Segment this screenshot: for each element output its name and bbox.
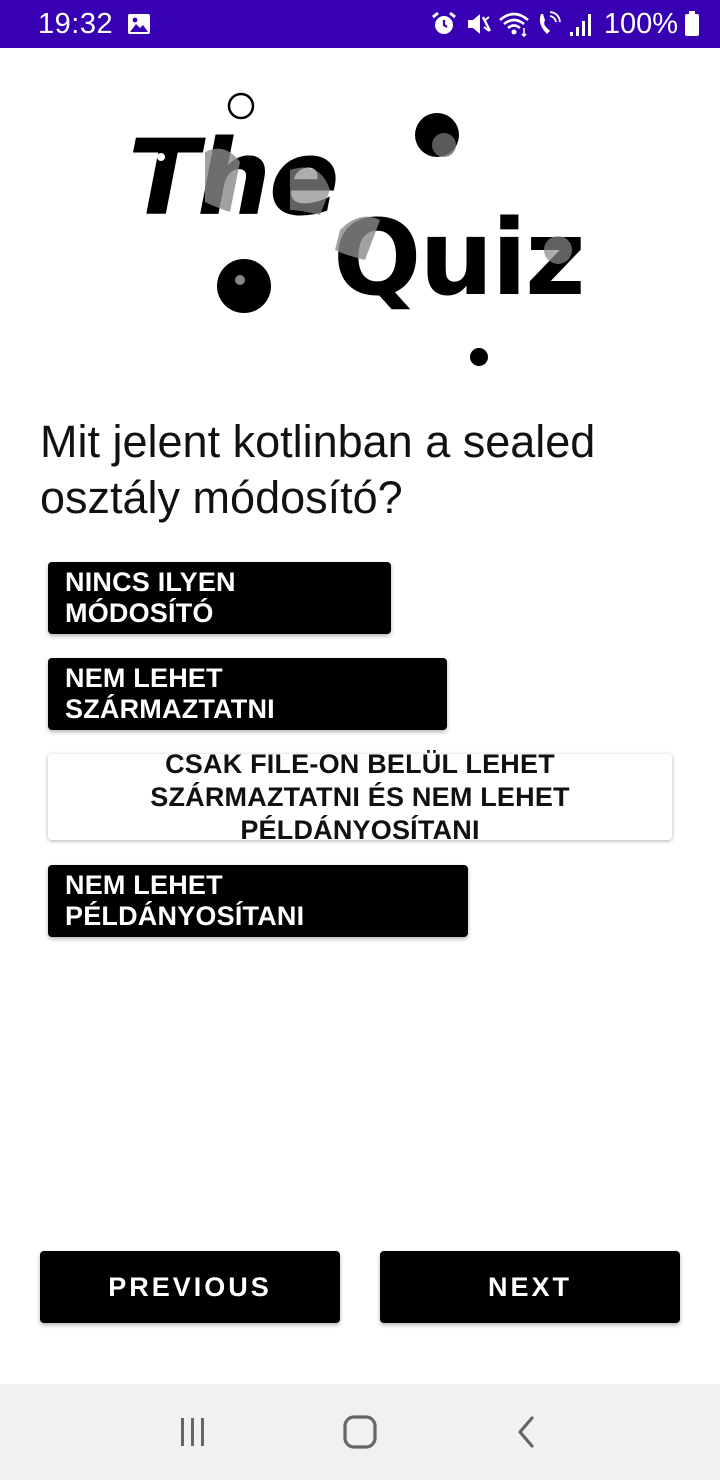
wifi-call-icon (536, 10, 562, 38)
home-icon[interactable] (330, 1402, 390, 1462)
logo-bubble-small (470, 348, 488, 366)
status-time: 19:32 (38, 7, 114, 40)
battery-percent: 100% (603, 7, 678, 40)
logo-bubble-large (217, 259, 271, 313)
answer-button-4[interactable]: NEM LEHET PÉLDÁNYOSÍTANI (48, 865, 468, 937)
mute-icon (464, 10, 492, 38)
alarm-icon (430, 10, 458, 38)
next-button[interactable]: NEXT (380, 1251, 680, 1323)
gallery-icon (127, 13, 151, 35)
status-icons: 100% (430, 8, 700, 41)
logo-word-quiz: Quiz (333, 197, 584, 319)
answer-button-1[interactable]: NINCS ILYEN MÓDOSÍTÓ (48, 562, 391, 634)
wifi-icon (498, 10, 530, 38)
app-logo: The Quiz (128, 92, 586, 366)
back-icon[interactable] (497, 1402, 557, 1462)
recents-icon[interactable] (163, 1402, 223, 1462)
question-text: Mit jelent kotlinban a sealed osztály mó… (40, 416, 596, 523)
status-bar: 19:32 100% (0, 0, 720, 48)
answer-button-2[interactable]: NEM LEHET SZÁRMAZTATNI (48, 658, 447, 730)
battery-icon (684, 10, 700, 38)
answer-button-3-selected[interactable]: CSAK FILE-ON BELÜL LEHET SZÁRMAZTATNI ÉS… (48, 749, 672, 845)
system-navigation-bar (0, 1384, 720, 1480)
previous-button[interactable]: PREVIOUS (40, 1251, 340, 1323)
logo-bubble-outline (227, 92, 255, 120)
signal-icon (568, 10, 594, 38)
